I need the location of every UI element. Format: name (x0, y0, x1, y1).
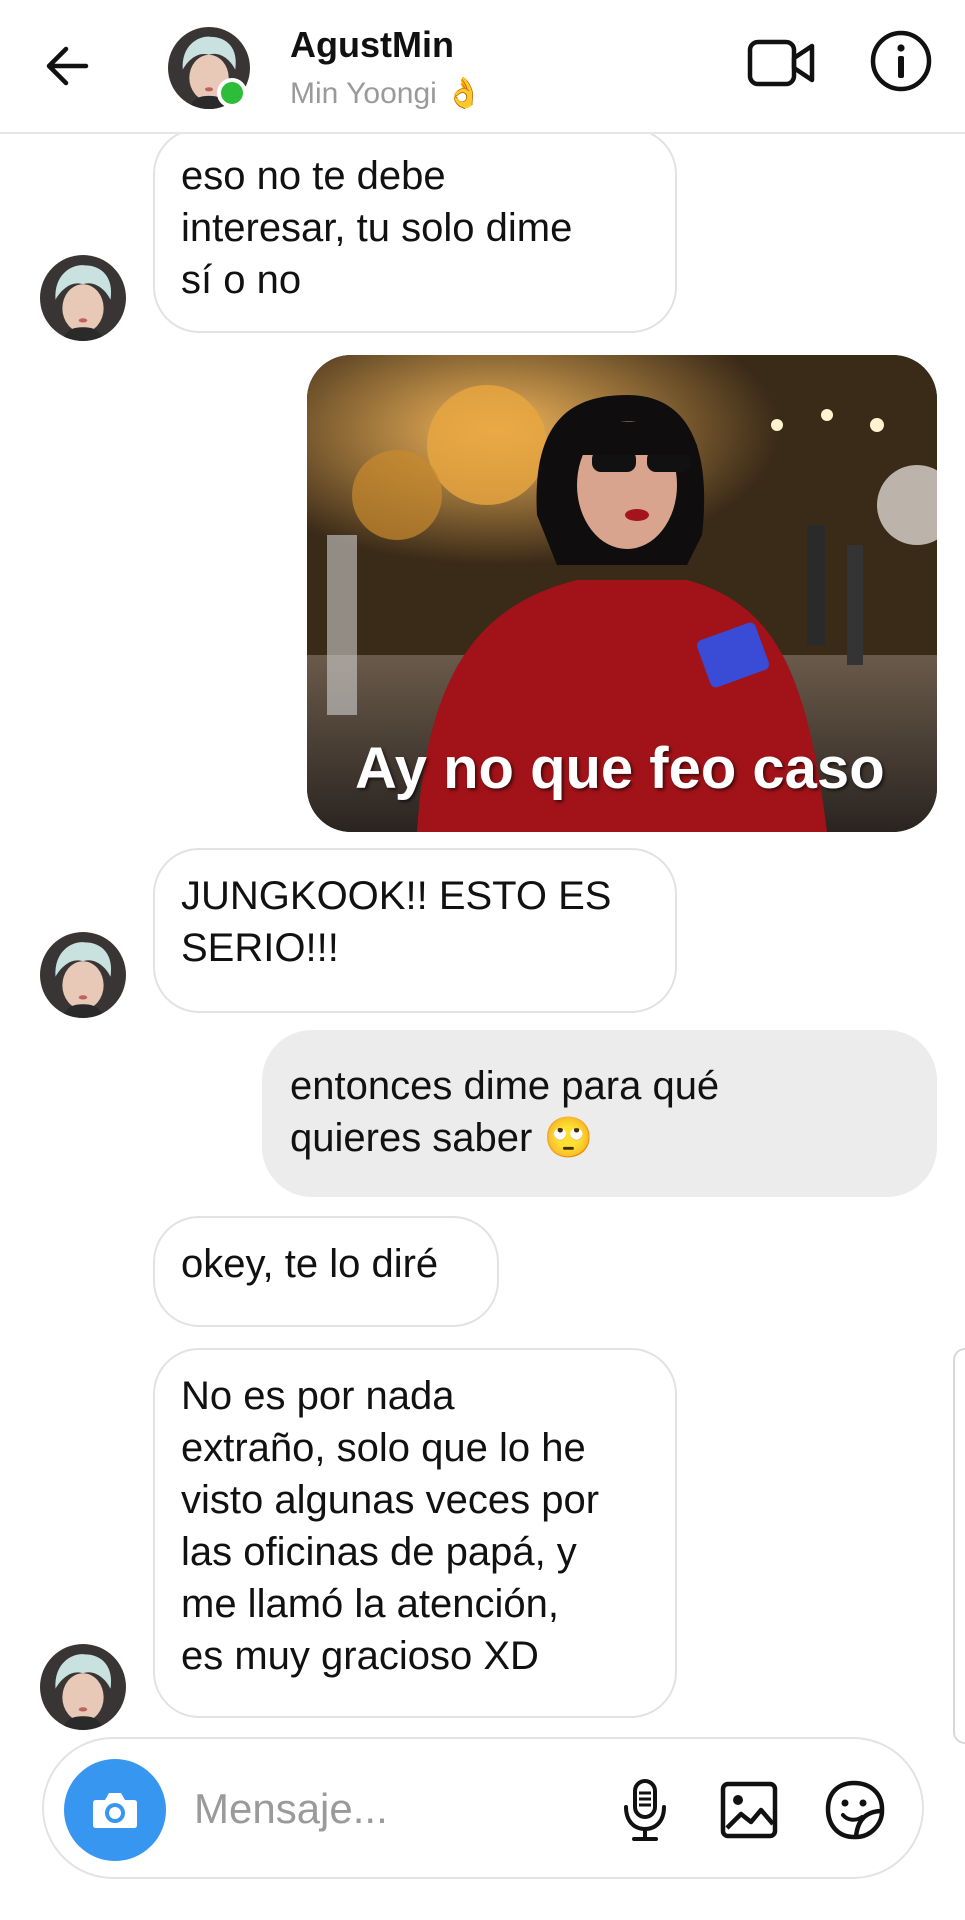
scroll-edge (953, 1348, 965, 1744)
sender-avatar[interactable] (40, 932, 126, 1018)
message-input[interactable] (194, 1777, 614, 1841)
video-call-button[interactable] (746, 30, 818, 96)
message-bubble-received[interactable]: eso no te debe interesar, tu solo dime s… (153, 128, 677, 333)
gallery-button[interactable] (714, 1775, 784, 1845)
message-bubble-received[interactable]: No es por nada extraño, solo que lo he v… (153, 1348, 677, 1718)
chat-title[interactable]: AgustMin (290, 24, 454, 66)
chat-subtitle: Min Yoongi 👌 (290, 77, 483, 110)
sticker-button[interactable] (820, 1775, 890, 1845)
info-icon (870, 30, 932, 92)
voice-button[interactable] (610, 1775, 680, 1845)
camera-button[interactable] (64, 1759, 166, 1861)
avatar-image (40, 932, 126, 1018)
avatar-image (40, 1644, 126, 1730)
message-bubble-received[interactable]: okey, te lo diré (153, 1216, 499, 1327)
video-camera-icon (747, 39, 815, 87)
image-caption: Ay no que feo caso (355, 736, 885, 801)
image-message[interactable]: Ay no que feo caso (307, 355, 937, 832)
sender-avatar[interactable] (40, 255, 126, 341)
back-button[interactable] (36, 38, 98, 94)
online-status-dot (217, 78, 247, 108)
avatar-image (40, 255, 126, 341)
info-button[interactable] (868, 28, 934, 94)
sticker-icon (825, 1780, 885, 1840)
camera-icon (93, 1793, 137, 1828)
chat-header: AgustMin Min Yoongi 👌 (0, 0, 965, 134)
microphone-icon (624, 1779, 666, 1841)
sender-avatar[interactable] (40, 1644, 126, 1730)
gallery-icon (720, 1781, 778, 1839)
message-bubble-sent[interactable]: entonces dime para qué quieres saber 🙄 (262, 1030, 937, 1197)
message-composer (42, 1737, 924, 1879)
message-bubble-received[interactable]: JUNGKOOK!! ESTO ES SERIO!!! (153, 848, 677, 1013)
back-arrow-icon (46, 46, 89, 86)
